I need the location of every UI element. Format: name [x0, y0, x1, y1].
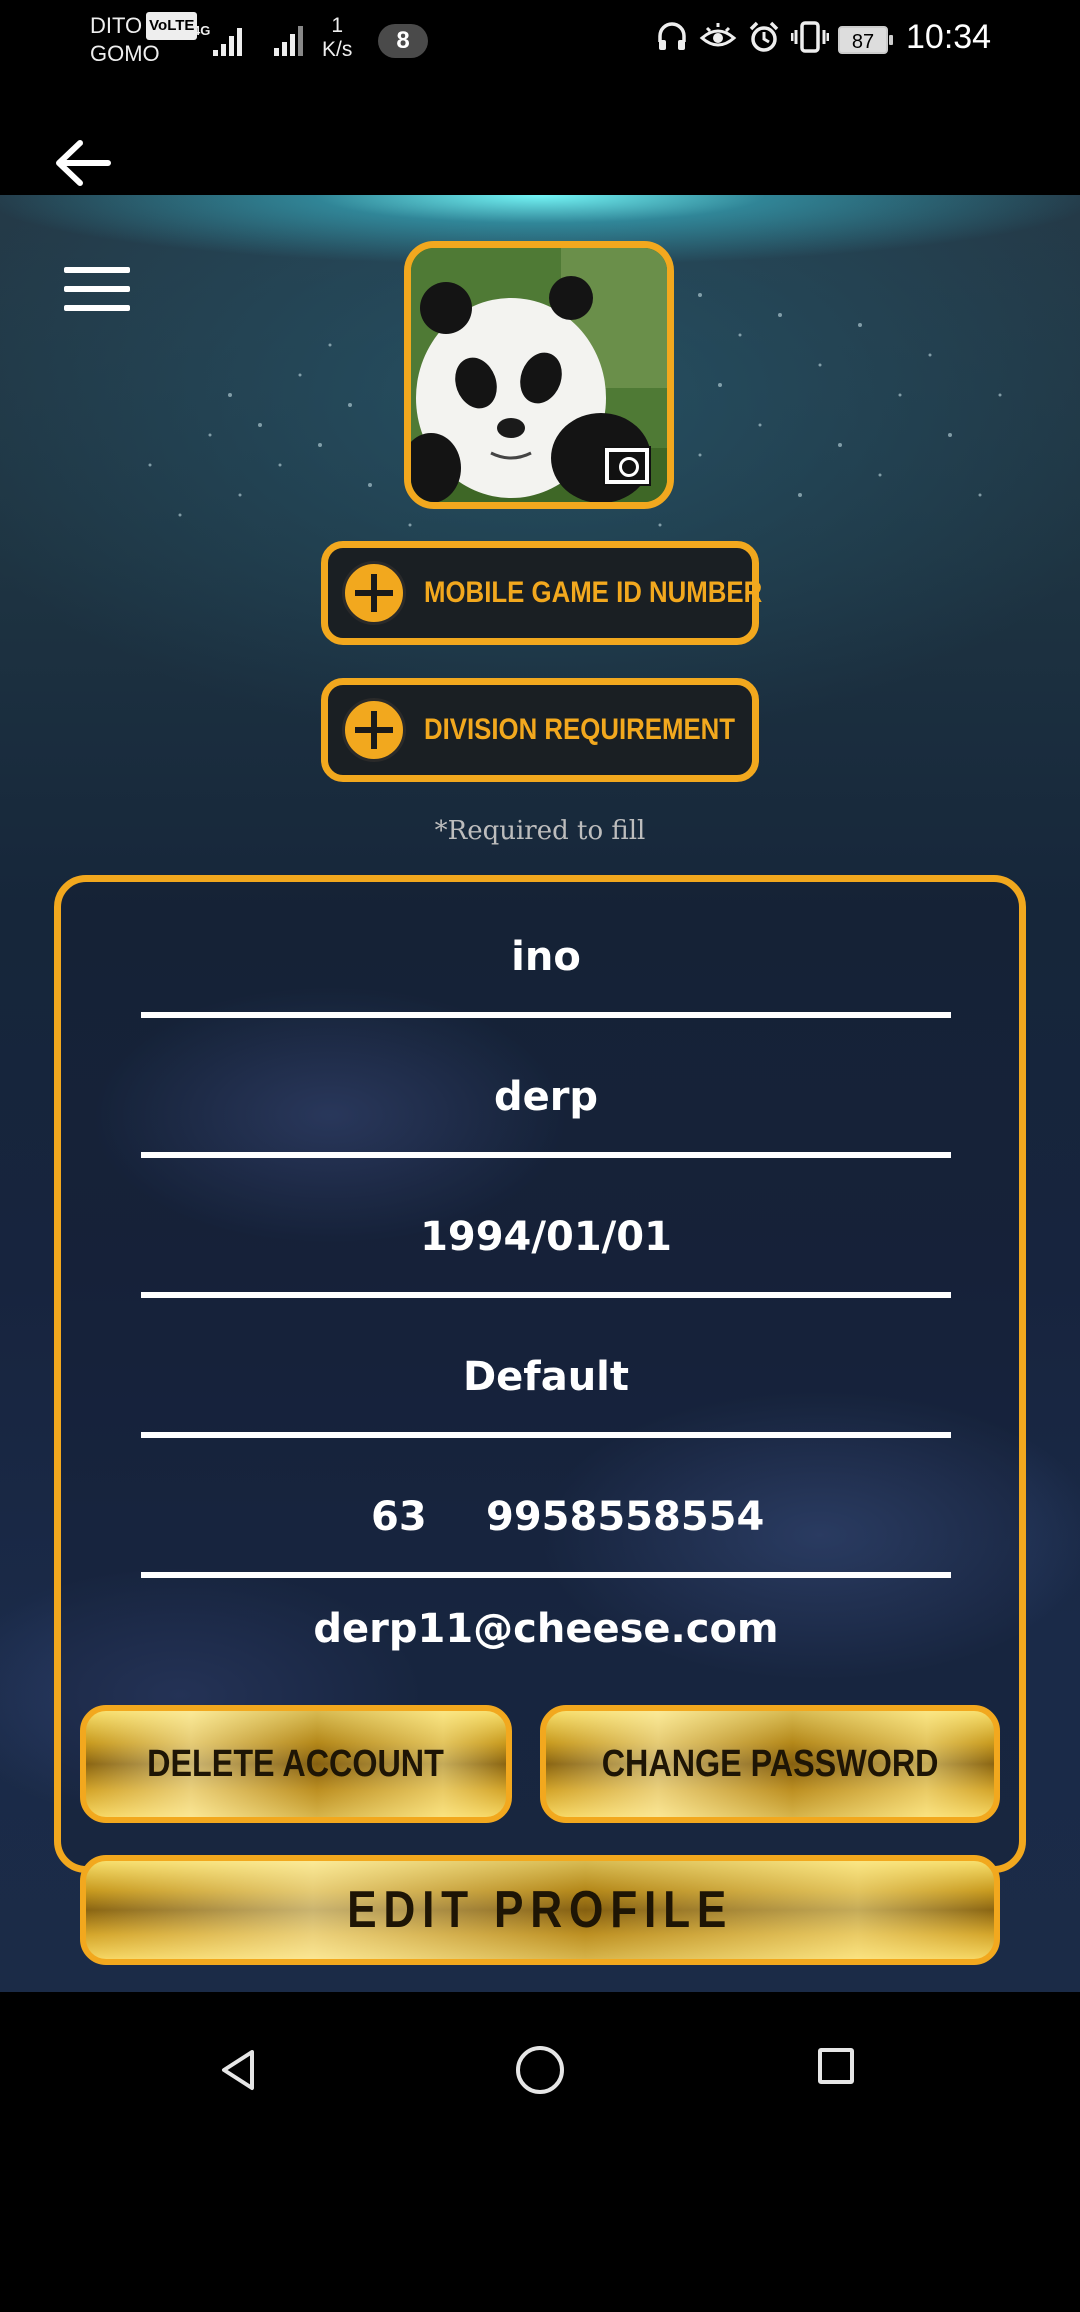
- birthdate-field[interactable]: 1994/01/01: [141, 1214, 951, 1260]
- delete-account-button[interactable]: DELETE ACCOUNT: [80, 1705, 512, 1823]
- status-icons: [655, 20, 829, 54]
- eye-comfort-icon: [699, 23, 737, 47]
- system-navigation-bar: [0, 1992, 1080, 2312]
- first-name-field[interactable]: ino: [141, 934, 951, 980]
- network-speed: 1 K/s: [322, 14, 352, 62]
- vibrate-icon: [791, 21, 829, 53]
- camera-icon[interactable]: [603, 446, 651, 486]
- phone-number-field[interactable]: 9958558554: [486, 1494, 764, 1540]
- nav-recent-icon[interactable]: [818, 2048, 854, 2084]
- add-division-requirement-button[interactable]: DIVISION REQUIREMENT: [321, 678, 759, 782]
- gender-field[interactable]: Default: [141, 1354, 951, 1400]
- carrier-info: DITO VoLTE GOMO: [90, 12, 198, 68]
- phone-underline: [141, 1572, 951, 1578]
- edit-profile-button[interactable]: EDIT PROFILE: [80, 1855, 1000, 1965]
- signal-2-icon: [274, 26, 303, 56]
- nav-home-icon[interactable]: [516, 2046, 564, 2094]
- add-mobile-game-id-button[interactable]: MOBILE GAME ID NUMBER: [321, 541, 763, 645]
- back-arrow-icon[interactable]: [52, 138, 114, 188]
- carrier-name: DITO: [90, 13, 143, 38]
- network-type-label: 4G: [193, 23, 210, 38]
- status-clock: 10:34: [906, 18, 992, 56]
- nav-back-icon[interactable]: [218, 2048, 258, 2092]
- status-bar: DITO VoLTE GOMO 4G 1 K/s 8 87 10:34: [0, 0, 1080, 80]
- network-speed-value: 1: [331, 14, 344, 37]
- signal-icon: 4G: [193, 23, 242, 56]
- notification-count-badge: 8: [378, 24, 428, 58]
- phone-country-code[interactable]: 63: [371, 1494, 427, 1540]
- birthdate-underline: [141, 1292, 951, 1298]
- app-bar: [0, 80, 1080, 195]
- required-note: *Required to fill: [434, 816, 646, 846]
- add-division-requirement-label: DIVISION REQUIREMENT: [424, 713, 736, 746]
- plus-icon: [342, 561, 406, 625]
- change-password-label: CHANGE PASSWORD: [601, 1742, 939, 1785]
- battery-indicator: 87: [838, 26, 893, 54]
- first-name-underline: [141, 1012, 951, 1018]
- profile-screen: MOBILE GAME ID NUMBER DIVISION REQUIREME…: [0, 195, 1080, 1992]
- volte-badge: VoLTE: [146, 12, 198, 40]
- last-name-underline: [141, 1152, 951, 1158]
- headphones-icon: [658, 22, 686, 50]
- hamburger-menu-icon[interactable]: [64, 267, 130, 317]
- phone-field: 63 9958558554: [141, 1494, 951, 1540]
- add-mobile-game-id-label: MOBILE GAME ID NUMBER: [424, 576, 763, 609]
- plus-icon: [342, 698, 406, 762]
- carrier-secondary: GOMO: [90, 41, 160, 66]
- delete-account-label: DELETE ACCOUNT: [147, 1742, 445, 1785]
- alarm-icon: [749, 21, 779, 52]
- edit-profile-label: EDIT PROFILE: [346, 1881, 734, 1939]
- change-password-button[interactable]: CHANGE PASSWORD: [540, 1705, 1000, 1823]
- network-speed-unit: K/s: [322, 38, 353, 61]
- last-name-field[interactable]: derp: [141, 1074, 951, 1120]
- gender-underline: [141, 1432, 951, 1438]
- profile-avatar[interactable]: [404, 241, 674, 509]
- email-field[interactable]: derp11@cheese.com: [141, 1606, 951, 1652]
